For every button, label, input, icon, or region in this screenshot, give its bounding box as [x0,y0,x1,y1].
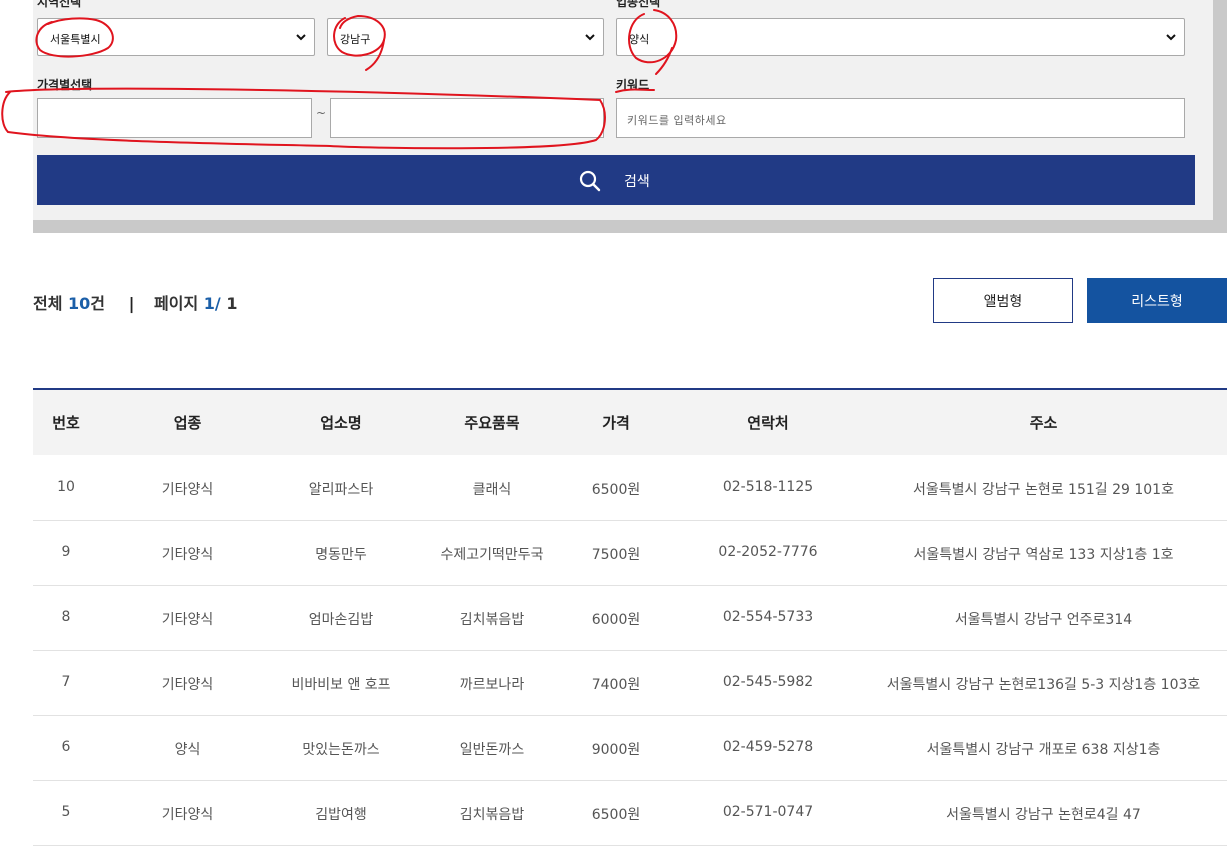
cell-name[interactable]: 엄마손김밥 [266,609,416,629]
result-summary: 전체 10건 | 페이지 1/ 1 [33,290,237,314]
cell-item: 까르보나라 [459,677,525,693]
cell-address: 서울특별시 강남구 개포로 638 지상1층 [926,742,1161,758]
cell-phone: 02-545-5982 [722,674,814,690]
header-no: 번호 [52,414,80,432]
cell-category: 기타양식 [161,482,214,498]
header-phone: 연락처 [747,414,789,432]
cell-category: 기타양식 [161,807,214,823]
cell-no: 10 [57,479,75,495]
cell-name[interactable]: 비바비보 앤 호프 [266,674,416,694]
cell-no: 6 [61,739,71,755]
cell-no: 9 [61,544,71,560]
cell-address: 서울특별시 강남구 언주로314 [954,612,1133,628]
cell-phone: 02-2052-7776 [718,544,818,560]
cell-phone: 02-554-5733 [722,609,814,625]
cell-item: 수제고기떡만두국 [440,547,544,563]
cell-price: 7500원 [591,547,641,563]
cell-price: 7400원 [591,677,641,693]
header-category: 업종 [173,414,202,432]
cell-address: 서울특별시 강남구 역삼로 133 지상1층 1호 [913,547,1174,563]
cell-category: 기타양식 [161,677,214,693]
cell-item: 김치볶음밥 [459,807,525,823]
cell-phone: 02-571-0747 [722,804,814,820]
cell-name[interactable]: 명동만두 [266,544,416,564]
cell-price: 6500원 [591,807,641,823]
summary-divider: | [128,294,135,313]
total-suffix: 건 [90,294,106,313]
cell-name[interactable]: 알리파스타 [266,479,416,499]
cell-category: 기타양식 [161,612,214,628]
cell-name[interactable]: 김밥여행 [266,804,416,824]
cell-address: 서울특별시 강남구 논현로136길 5-3 지상1층 103호 [886,677,1201,693]
cell-address: 서울특별시 강남구 논현로4길 47 [946,807,1141,823]
cell-item: 일반돈까스 [459,742,525,758]
cell-category: 양식 [174,742,201,758]
page-label: 페이지 [154,294,199,313]
cell-address: 서울특별시 강남구 논현로 151길 29 101호 [913,482,1174,498]
cell-phone: 02-518-1125 [722,479,814,495]
list-view-button[interactable]: 리스트형 [1087,278,1227,323]
cell-no: 5 [61,804,71,820]
total-prefix: 전체 [33,294,63,313]
total-count: 10 [68,294,91,313]
cell-no: 7 [61,674,71,690]
header-price: 가격 [602,414,630,432]
cell-no: 8 [61,609,71,625]
page-total: 1 [226,294,238,313]
header-address: 주소 [1029,414,1058,432]
cell-item: 클래식 [472,482,512,498]
album-view-button[interactable]: 앨범형 [933,278,1073,323]
cell-name[interactable]: 맛있는돈까스 [266,739,416,759]
cell-phone: 02-459-5278 [722,739,814,755]
header-name: 업소명 [320,414,362,432]
page-current: 1/ [203,294,221,313]
cell-price: 9000원 [591,742,641,758]
cell-item: 김치볶음밥 [459,612,525,628]
cell-price: 6000원 [591,612,641,628]
cell-category: 기타양식 [161,547,214,563]
header-item: 주요품목 [464,414,520,432]
cell-price: 6500원 [591,482,641,498]
